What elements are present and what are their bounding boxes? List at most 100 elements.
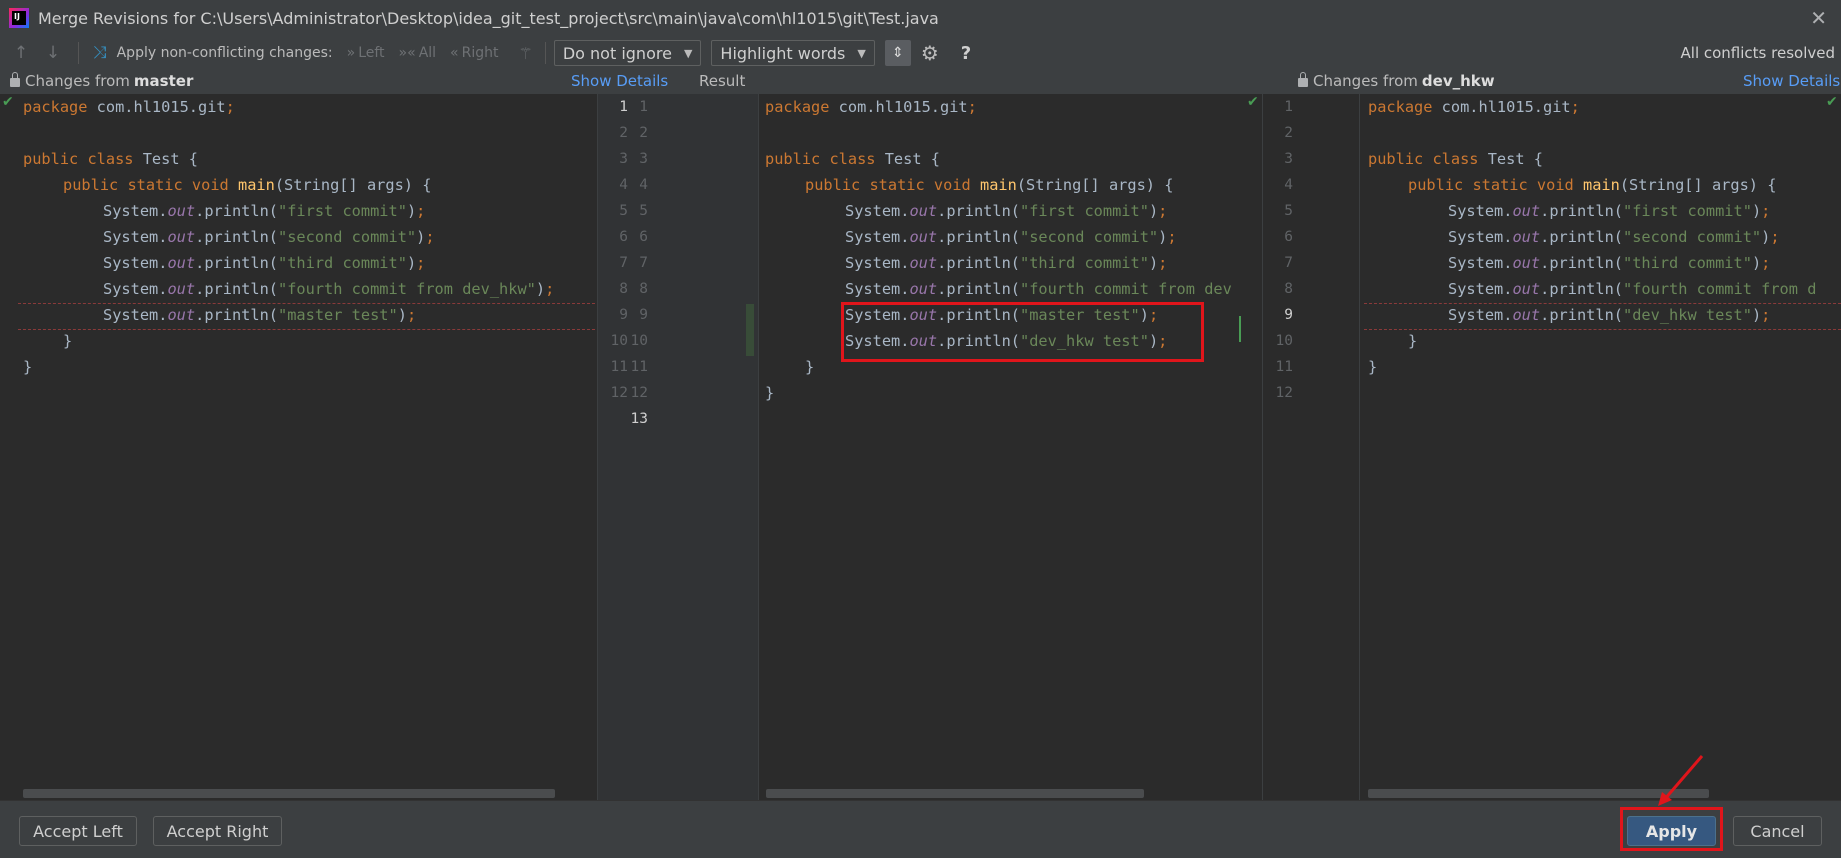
result-panel-header: Result [699,72,745,90]
result-horizontal-scrollbar[interactable] [766,789,1144,798]
code-token: .println( [1540,254,1623,272]
code-line: System.out.println("second commit"); [845,224,1177,250]
left-show-details-link[interactable]: Show Details [571,72,668,90]
line-number: 9 [1284,307,1293,323]
field: out [909,280,938,298]
string-literal: "second commit" [278,228,417,246]
semicolon: ; [1158,202,1168,220]
left-panel-header: Changes from master [10,71,193,90]
line-number: 8 [1284,281,1293,297]
code-token: .println( [1540,306,1623,324]
previous-conflict-icon[interactable]: ↑ [12,43,30,63]
apply-left-label: Left [358,45,385,61]
code-token: ) [1751,254,1762,272]
code-token: System. [103,254,168,272]
ignore-whitespace-dropdown[interactable]: Do not ignore ▼ [553,40,702,66]
string-literal: "fourth commit from dev [1020,280,1232,298]
code-line: System.out.println("first commit"); [1448,198,1770,224]
right-gutter: 1 2 3 4 5 6 7 8 9 10 11 12 [1263,94,1359,800]
chevron-down-icon: ▼ [857,46,866,60]
line-number: 10 [1275,333,1293,349]
magic-wand-icon[interactable]: ⚚ [519,44,533,63]
line-number: 11 [630,359,648,375]
method-name: main [1583,176,1620,194]
synchronize-scrolling-toggle-icon[interactable]: ⇕ [884,40,911,66]
method-args: (String[] args) { [274,176,432,194]
field: out [909,202,938,220]
keyword: public static void [1408,176,1574,194]
apply-left-button[interactable]: » Left [347,45,385,61]
code-line: System.out.println("first commit"); [103,198,425,224]
close-icon[interactable]: ✕ [1810,6,1827,30]
package-name: com.hl1015.git [1432,98,1571,116]
line-number: 9 [639,307,648,323]
code-token: ) [416,228,426,246]
class-name: Test { [1478,150,1543,168]
apply-button[interactable]: Apply [1627,816,1716,846]
code-token: System. [1448,202,1513,220]
code-token: ) [406,202,417,220]
next-conflict-icon[interactable]: ↓ [44,43,62,63]
line-number: 6 [639,229,648,245]
toolbar-separator [78,42,79,64]
keyword: public class [765,150,876,168]
ignore-dropdown-value: Do not ignore [562,43,672,63]
string-literal: "fourth commit from d [1623,280,1817,298]
help-icon[interactable]: ? [961,43,971,64]
gear-icon[interactable]: ⚙ [921,41,939,65]
line-number: 2 [639,125,648,141]
code-line: } [63,332,73,350]
field: out [909,254,938,272]
highlight-mode-dropdown[interactable]: Highlight words ▼ [711,40,875,66]
double-chevron-right-icon: » [346,45,356,61]
dialog-button-bar: Accept Left Accept Right Apply Cancel [0,800,1841,858]
method-args: (String[] args) { [1619,176,1777,194]
code-token: ) [1148,202,1159,220]
apply-right-button[interactable]: «Right [450,45,498,61]
code-token: ) [1148,254,1159,272]
keyword: package [1368,98,1433,116]
code-line: System.out.println("second commit"); [1448,224,1780,250]
right-header-prefix: Changes from [1313,72,1418,90]
semicolon: ; [1167,228,1177,246]
semicolon: ; [1158,254,1168,272]
apply-right-label: Right [461,45,499,61]
line-number: 7 [639,255,648,271]
checkmark-icon: ✔ [1826,94,1838,110]
result-editor[interactable]: ✔ package com.hl1015.git; public class T… [759,94,1262,800]
code-line: public class Test { [23,146,198,172]
changed-lines-marker [746,304,754,356]
semicolon: ; [425,228,435,246]
field: out [1512,202,1541,220]
right-editor[interactable]: ✔ package com.hl1015.git; public class T… [1360,94,1841,800]
cancel-button[interactable]: Cancel [1733,816,1822,846]
line-number: 12 [1275,385,1293,401]
panel-header-row: Changes from master Show Details Result … [0,70,1841,94]
class-name: Test { [133,150,198,168]
line-number: 4 [639,177,648,193]
code-line: public static void main(String[] args) { [1408,172,1776,198]
semicolon: ; [1570,98,1580,116]
string-literal: "third commit" [1623,254,1752,272]
right-show-details-link[interactable]: Show Details [1743,72,1840,90]
class-name: Test { [875,150,940,168]
code-token: .println( [937,228,1020,246]
left-editor[interactable]: ✔ package com.hl1015.git; public class T… [0,94,597,800]
semicolon: ; [1770,228,1780,246]
code-token: .println( [195,306,278,324]
accept-left-button[interactable]: Accept Left [19,816,137,846]
change-marker-line [18,329,595,330]
annotation-highlight-box [841,302,1204,362]
field: out [167,280,196,298]
apply-all-button[interactable]: »« All [399,45,437,61]
left-horizontal-scrollbar[interactable] [23,789,555,798]
semicolon: ; [416,254,426,272]
code-line: } [765,384,775,402]
line-number: 5 [639,203,648,219]
accept-right-button[interactable]: Accept Right [153,816,282,846]
resolve-magic-icon[interactable]: ⤨ [93,43,107,63]
field: out [1512,280,1541,298]
code-line: public class Test { [765,146,940,172]
line-number: 2 [1284,125,1293,141]
lock-icon [1298,71,1308,87]
